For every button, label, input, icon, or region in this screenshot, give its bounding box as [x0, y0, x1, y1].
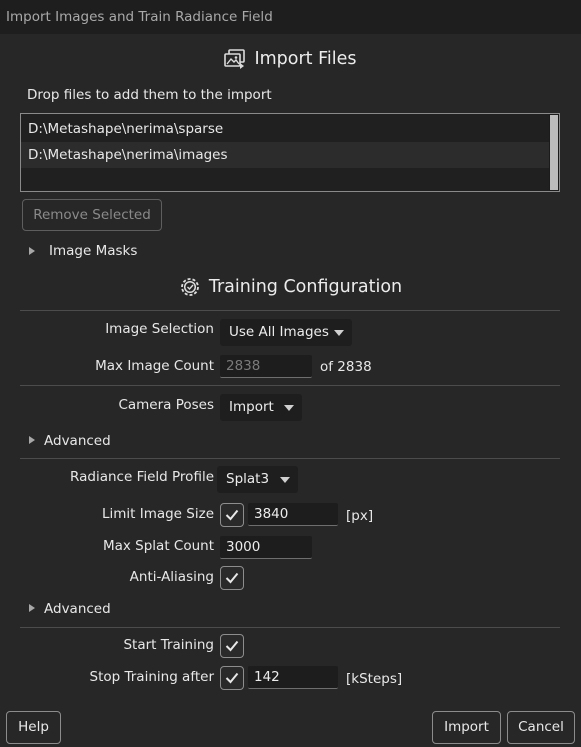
stop-training-after-field[interactable]: 142: [248, 666, 338, 689]
stop-training-after-label: Stop Training after: [89, 669, 214, 685]
import-button[interactable]: Import: [432, 711, 501, 744]
stop-training-after-checkbox[interactable]: [220, 666, 244, 690]
radiance-field-profile-label: Radiance Field Profile: [70, 469, 214, 485]
divider: [20, 385, 560, 386]
expand-arrow-icon[interactable]: [29, 247, 35, 255]
image-masks-expander[interactable]: Image Masks: [49, 243, 137, 259]
import-files-header: Import Files: [0, 45, 581, 73]
scrollbar-thumb[interactable]: [550, 115, 558, 190]
divider: [20, 627, 560, 628]
expand-arrow-icon[interactable]: [29, 436, 35, 444]
window-title-bar: Import Images and Train Radiance Field: [0, 0, 581, 34]
start-training-checkbox[interactable]: [220, 634, 244, 658]
stop-training-after-unit: [kSteps]: [346, 671, 403, 687]
training-config-header: Training Configuration: [0, 273, 581, 301]
checkmark-icon: [225, 572, 239, 584]
chevron-down-icon: [334, 330, 344, 336]
file-list[interactable]: D:\Metashape\nerima\sparse D:\Metashape\…: [20, 113, 560, 192]
image-selection-label: Image Selection: [105, 321, 214, 337]
drop-hint: Drop files to add them to the import: [27, 87, 272, 103]
expand-arrow-icon[interactable]: [29, 604, 35, 612]
help-button[interactable]: Help: [6, 711, 61, 744]
checkmark-icon: [225, 509, 239, 521]
advanced-expander-2[interactable]: Advanced: [44, 601, 111, 617]
anti-aliasing-label: Anti-Aliasing: [129, 569, 214, 585]
chevron-down-icon: [280, 477, 290, 483]
checkmark-icon: [225, 672, 239, 684]
list-item[interactable]: D:\Metashape\nerima\images: [21, 142, 549, 168]
max-image-count-field[interactable]: 2838: [220, 355, 312, 378]
file-path: D:\Metashape\nerima\images: [28, 147, 228, 163]
limit-image-size-unit: [px]: [346, 508, 374, 524]
limit-image-size-checkbox[interactable]: [220, 503, 244, 527]
window-title: Import Images and Train Radiance Field: [6, 9, 273, 25]
image-selection-dropdown[interactable]: Use All Images: [220, 319, 352, 346]
advanced-expander-1[interactable]: Advanced: [44, 433, 111, 449]
import-images-icon: [224, 49, 246, 69]
divider: [20, 458, 560, 459]
camera-poses-value: Import: [229, 399, 274, 415]
limit-image-size-label: Limit Image Size: [101, 506, 214, 522]
gear-icon: [180, 278, 199, 296]
remove-selected-button[interactable]: Remove Selected: [22, 199, 162, 231]
start-training-label: Start Training: [123, 637, 214, 653]
file-list-scrollbar[interactable]: [549, 114, 559, 191]
max-splat-count-field[interactable]: 3000: [220, 536, 312, 559]
import-files-heading: Import Files: [254, 49, 357, 69]
radiance-field-profile-value: Splat3: [226, 471, 270, 487]
radiance-field-profile-dropdown[interactable]: Splat3: [217, 466, 298, 493]
camera-poses-dropdown[interactable]: Import: [220, 394, 302, 421]
max-splat-count-label: Max Splat Count: [102, 538, 214, 554]
limit-image-size-field[interactable]: 3840: [248, 503, 338, 526]
chevron-down-icon: [284, 405, 294, 411]
max-image-count-suffix: of 2838: [320, 359, 372, 375]
cancel-button[interactable]: Cancel: [507, 711, 575, 744]
checkmark-icon: [225, 640, 239, 652]
anti-aliasing-checkbox[interactable]: [220, 566, 244, 590]
list-item[interactable]: D:\Metashape\nerima\sparse: [21, 116, 549, 142]
training-config-heading: Training Configuration: [208, 277, 403, 297]
file-path: D:\Metashape\nerima\sparse: [28, 121, 224, 137]
camera-poses-label: Camera Poses: [118, 397, 214, 413]
divider: [20, 310, 560, 311]
image-selection-value: Use All Images: [229, 324, 329, 340]
max-image-count-label: Max Image Count: [95, 358, 214, 374]
